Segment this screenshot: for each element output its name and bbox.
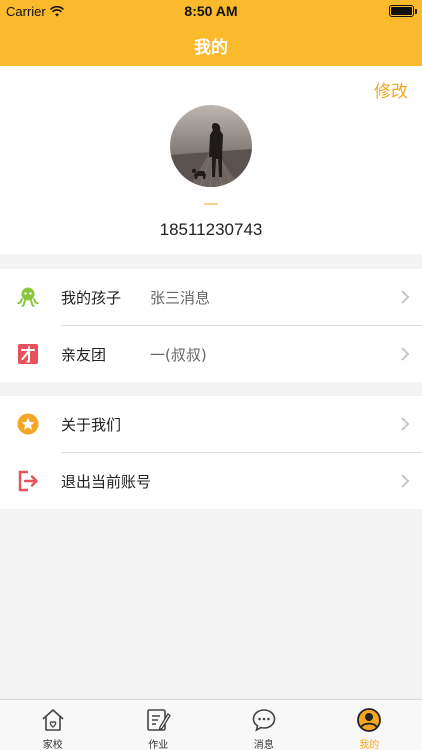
chevron-right-icon <box>401 347 410 361</box>
menu-label: 亲友团 <box>61 346 107 364</box>
navigation-bar: 我的 <box>0 22 422 66</box>
child-octopus-icon <box>17 287 39 307</box>
menu-group-family: 我的孩子 张三消息 亲友团 一(叔叔) <box>0 269 422 382</box>
message-icon <box>252 709 276 732</box>
status-time: 8:50 AM <box>184 3 238 19</box>
status-bar: Carrier 8:50 AM <box>0 0 422 22</box>
profile-header: 修改 — 18511230743 <box>0 66 422 254</box>
menu-row-family-group[interactable]: 亲友团 一(叔叔) <box>0 326 422 382</box>
star-icon <box>17 413 39 435</box>
menu-label: 关于我们 <box>61 416 122 434</box>
tab-profile[interactable]: 我的 <box>317 700 422 750</box>
page-title: 我的 <box>194 38 228 58</box>
logout-icon <box>18 470 38 492</box>
menu-row-about-us[interactable]: 关于我们 <box>0 396 422 452</box>
menu-label: 退出当前账号 <box>61 473 152 491</box>
menu-value: 一(叔叔) <box>150 346 207 364</box>
tab-label: 作业 <box>148 740 169 750</box>
phone-number: 18511230743 <box>159 220 263 239</box>
chevron-right-icon <box>401 474 410 488</box>
battery-icon <box>389 5 417 17</box>
menu-row-logout[interactable]: 退出当前账号 <box>0 453 422 509</box>
home-icon <box>42 709 64 731</box>
avatar-image <box>170 105 252 187</box>
menu-label: 我的孩子 <box>61 289 122 307</box>
chevron-right-icon <box>401 417 410 431</box>
tab-label: 家校 <box>42 740 63 750</box>
tab-home-school[interactable]: 家校 <box>0 700 106 750</box>
user-icon <box>357 708 382 732</box>
chevron-right-icon <box>401 290 410 304</box>
tab-bar: 家校 作业 消息 我的 <box>0 699 422 750</box>
family-group-icon <box>18 344 38 364</box>
edit-profile-button[interactable]: 修改 <box>374 77 408 102</box>
tab-messages[interactable]: 消息 <box>211 700 317 750</box>
menu-row-my-children[interactable]: 我的孩子 张三消息 <box>0 269 422 325</box>
menu-group-settings: 关于我们 退出当前账号 <box>0 396 422 509</box>
tab-label: 消息 <box>253 740 274 750</box>
tab-homework[interactable]: 作业 <box>106 700 212 750</box>
menu-value: 张三消息 <box>150 289 211 307</box>
tab-label: 我的 <box>359 740 380 750</box>
nickname: — <box>203 194 219 212</box>
homework-icon <box>147 709 172 731</box>
avatar[interactable] <box>170 105 252 187</box>
